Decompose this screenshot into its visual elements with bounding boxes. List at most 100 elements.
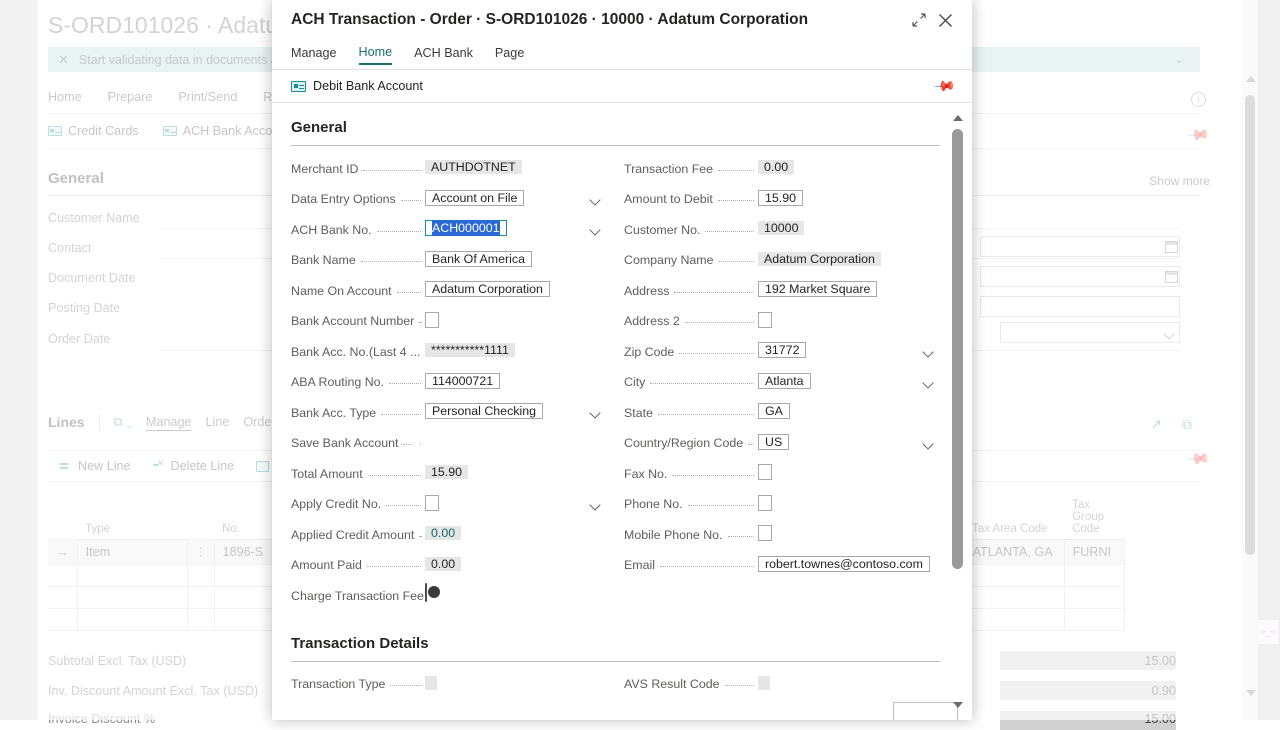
cell-tax-group[interactable]: FURNI <box>1064 540 1124 565</box>
lines-menu-order[interactable]: Order <box>243 415 275 429</box>
scroll-up-arrow[interactable] <box>1246 76 1256 82</box>
field-bank-acc-type[interactable]: Bank Acc. Type Personal Checking <box>291 401 606 424</box>
nav-tab-prepare[interactable]: Prepare <box>108 90 153 104</box>
input-bank-account-number[interactable] <box>425 312 439 328</box>
nav-tab-home[interactable]: Home <box>48 90 82 104</box>
label-avs-result-code: AVS Result Code <box>624 677 720 691</box>
field-amount-to-debit[interactable]: Amount to Debit 15.90 <box>624 188 939 211</box>
cell-type[interactable]: Item <box>77 540 187 565</box>
input-fax-no[interactable] <box>758 464 772 480</box>
assistant-icon[interactable]: >_< <box>1258 620 1278 644</box>
label-customer-no: Customer No. <box>624 223 700 237</box>
field-mobile-phone-no[interactable]: Mobile Phone No. <box>624 523 939 546</box>
share-icon[interactable]: ⧉ ⌄ <box>114 415 132 430</box>
field-state[interactable]: State GA <box>624 401 939 424</box>
field-aba-routing-no[interactable]: ABA Routing No. 114000721 <box>291 371 606 394</box>
scrollbar-thumb[interactable] <box>1245 95 1255 555</box>
row-menu-icon[interactable]: ⋮ <box>187 540 214 565</box>
field-save-bank-account[interactable]: Save Bank Account <box>291 432 606 455</box>
input-aba-routing-no[interactable]: 114000721 <box>425 373 500 389</box>
field-name-on-account[interactable]: Name On Account Adatum Corporation <box>291 279 606 302</box>
field-fax-no[interactable]: Fax No. <box>624 462 939 485</box>
field-city[interactable]: City Atlanta <box>624 371 939 394</box>
input-amount-to-debit[interactable]: 15.90 <box>758 190 803 206</box>
debit-bank-account-button[interactable]: Debit Bank Account <box>291 79 423 93</box>
new-line-button[interactable]: New Line <box>60 459 131 473</box>
label-phone-no: Phone No. <box>624 497 683 511</box>
nav-tab-printsend[interactable]: Print/Send <box>178 90 237 104</box>
lines-menu-manage[interactable]: Manage <box>146 415 192 429</box>
chevron-down-icon[interactable] <box>589 407 600 418</box>
input-address[interactable]: 192 Market Square <box>758 281 877 297</box>
open-in-excel-icon[interactable]: ↗ <box>1150 416 1162 433</box>
field-address-2[interactable]: Address 2 <box>624 310 939 333</box>
field-merchant-id: Merchant ID AUTHDOTNET <box>291 157 606 180</box>
label-mobile-phone-no: Mobile Phone No. <box>624 528 723 542</box>
field-charge-transaction-fee[interactable]: Charge Transaction Fee <box>291 584 606 607</box>
input-name-on-account[interactable]: Adatum Corporation <box>425 281 550 297</box>
open-new-window-icon[interactable]: ⧉ <box>1182 416 1192 433</box>
cell-tax-area[interactable]: ATLANTA, GA <box>964 540 1064 565</box>
field-email[interactable]: Email robert.townes@contoso.com <box>624 554 939 577</box>
expand-icon[interactable] <box>906 7 932 33</box>
input-apply-credit-no[interactable] <box>425 495 439 511</box>
chevron-down-icon[interactable] <box>922 438 933 449</box>
label-bank-acc-type: Bank Acc. Type <box>291 406 376 420</box>
field-data-entry-options[interactable]: Data Entry Options Account on File <box>291 188 606 211</box>
tab-home[interactable]: Home <box>359 45 393 65</box>
tab-page[interactable]: Page <box>495 46 524 64</box>
dialog-scrollbar[interactable] <box>951 115 965 708</box>
action-credit-cards-label: Credit Cards <box>68 124 139 138</box>
input-state[interactable]: GA <box>758 403 790 419</box>
tab-ach-bank[interactable]: ACH Bank <box>414 46 473 64</box>
field-address[interactable]: Address 192 Market Square <box>624 279 939 302</box>
close-icon[interactable] <box>932 7 958 33</box>
input-zip-code[interactable]: 31772 <box>758 342 806 358</box>
label-amount-to-debit: Amount to Debit <box>624 192 713 206</box>
dialog-tabs[interactable]: Manage Home ACH Bank Page <box>272 40 972 70</box>
bg-field-posting-date: Posting Date <box>48 301 120 315</box>
tab-manage[interactable]: Manage <box>291 46 337 64</box>
page-scrollbar[interactable] <box>1242 0 1258 720</box>
input-city[interactable]: Atlanta <box>758 373 811 389</box>
field-country-region-code[interactable]: Country/Region Code US <box>624 432 939 455</box>
field-zip-code[interactable]: Zip Code 31772 <box>624 340 939 363</box>
field-ach-bank-no[interactable]: ACH Bank No. ACH000001 <box>291 218 606 241</box>
show-more-link[interactable]: Show more <box>1149 174 1210 188</box>
field-bank-name[interactable]: Bank Name Bank Of America <box>291 249 606 272</box>
input-country-region-code[interactable]: US <box>758 434 789 450</box>
chevron-down-icon[interactable] <box>922 377 933 388</box>
input-mobile-phone-no[interactable] <box>758 525 772 541</box>
field-apply-credit-no[interactable]: Apply Credit No. <box>291 493 606 516</box>
value-transaction-fee: 0.00 <box>758 160 794 174</box>
scroll-up-arrow[interactable] <box>953 115 963 121</box>
lines-menu-line[interactable]: Line <box>206 415 230 429</box>
input-ach-bank-no[interactable]: ACH000001 <box>425 220 507 236</box>
scrollbar-thumb[interactable] <box>952 129 963 569</box>
chevron-down-icon[interactable] <box>589 224 600 235</box>
input-address-2[interactable] <box>758 312 772 328</box>
pin-icon[interactable]: 📌 <box>932 74 956 98</box>
chevron-down-icon[interactable] <box>589 499 600 510</box>
delete-line-button[interactable]: Delete Line <box>153 459 235 473</box>
chevron-down-icon[interactable] <box>589 194 600 205</box>
field-phone-no[interactable]: Phone No. <box>624 493 939 516</box>
chevron-down-icon[interactable]: ⌄ <box>1175 53 1184 66</box>
dialog-footer-button[interactable] <box>893 702 958 720</box>
input-phone-no[interactable] <box>758 495 772 511</box>
chevron-down-icon[interactable] <box>922 346 933 357</box>
input-email[interactable]: robert.townes@contoso.com <box>758 556 930 572</box>
action-credit-cards[interactable]: Credit Cards <box>48 124 139 138</box>
input-bank-name[interactable]: Bank Of America <box>425 251 532 267</box>
general-fields: Merchant ID AUTHDOTNET Data Entry Option… <box>291 157 972 615</box>
scroll-down-arrow[interactable] <box>1246 690 1256 696</box>
label-apply-credit-no: Apply Credit No. <box>291 497 381 511</box>
close-icon[interactable]: ✕ <box>58 52 69 68</box>
field-bank-account-number[interactable]: Bank Account Number <box>291 310 606 333</box>
lines-title: Lines <box>48 414 85 430</box>
scroll-down-arrow[interactable] <box>953 702 963 708</box>
toggle-charge-transaction-fee[interactable] <box>425 583 427 602</box>
info-icon[interactable]: i <box>1191 92 1206 107</box>
input-bank-acc-type[interactable]: Personal Checking <box>425 403 543 419</box>
input-data-entry-options[interactable]: Account on File <box>425 190 524 206</box>
